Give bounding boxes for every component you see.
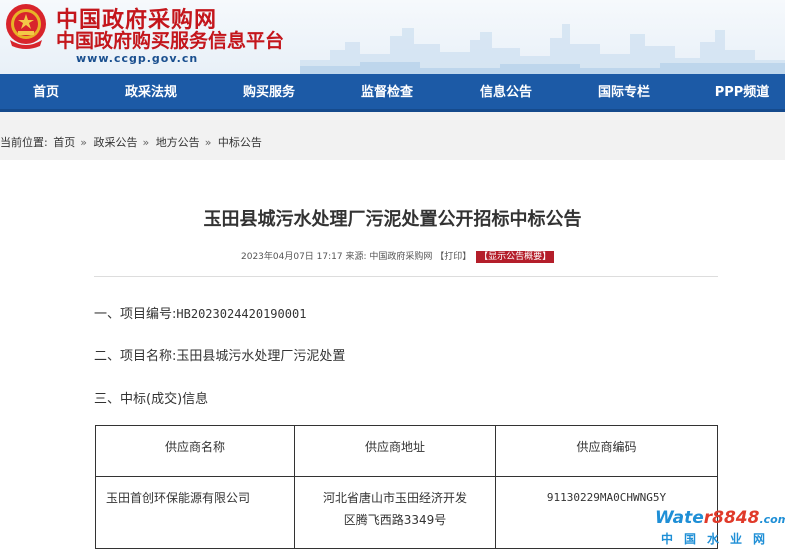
site-header: 中国政府采购网 中国政府购买服务信息平台 www.ccgp.gov.cn [0,0,785,74]
article-meta: 2023年04月07日 17:17 来源: 中国政府采购网 【打印】 【显示公告… [241,249,555,263]
award-table: 供应商名称 供应商地址 供应商编码 玉田首创环保能源有限公司 河北省唐山市玉田经… [95,425,718,549]
divider [94,276,718,277]
site-url: www.ccgp.gov.cn [76,52,199,65]
breadcrumb-local-notices[interactable]: 地方公告 [156,136,200,149]
meta-datetime: 2023年04月07日 17:17 [241,252,343,262]
breadcrumb-sep: » [80,136,87,149]
watermark-logo: Water8848.com 中国水业网 [655,508,785,554]
meta-source: 来源: 中国政府采购网 [345,252,433,262]
nav-supervision[interactable]: 监督检查 [337,74,437,112]
th-supplier-address: 供应商地址 [294,425,496,477]
site-subtitle: 中国政府购买服务信息平台 [56,30,285,52]
th-supplier-code: 供应商编码 [495,425,718,477]
table-header-row: 供应商名称 供应商地址 供应商编码 [95,425,718,477]
print-link[interactable]: 【打印】 [435,252,471,262]
breadcrumb-sep: » [142,136,150,149]
project-number-label: 一、项目编号: [94,307,177,322]
show-summary-button[interactable]: 【显示公告概要】 [476,251,555,263]
project-name-label: 二、项目名称: [94,349,177,364]
td-supplier-name: 玉田首创环保能源有限公司 [95,476,295,549]
nav-announcements[interactable]: 信息公告 [456,74,556,112]
address-line-2: 区腾飞西路3349号 [343,513,447,527]
address-line-1: 河北省唐山市玉田经济开发 [322,491,467,505]
breadcrumb-award-notices[interactable]: 中标公告 [218,136,262,149]
nav-international[interactable]: 国际专栏 [574,74,674,112]
watermark-brand-d: .com [759,513,785,526]
project-number: 一、项目编号:HB2023024420190001 [94,303,306,322]
award-info-heading: 三、中标(成交)信息 [94,392,209,407]
td-supplier-address: 河北省唐山市玉田经济开发 区腾飞西路3349号 [294,476,496,549]
breadcrumb: 当前位置: 首页 » 政采公告 » 地方公告 » 中标公告 [0,134,264,150]
watermark-brand-c: 8848 [712,508,760,528]
th-supplier-name: 供应商名称 [95,425,295,477]
page-title: 玉田县城污水处理厂污泥处置公开招标中标公告 [203,209,582,230]
watermark-brand-b: r [703,508,713,528]
breadcrumb-procurement-notices[interactable]: 政采公告 [93,136,137,149]
table-row: 玉田首创环保能源有限公司 河北省唐山市玉田经济开发 区腾飞西路3349号 911… [95,476,718,549]
project-number-value: HB2023024420190001 [176,307,307,321]
project-name: 二、项目名称:玉田县城污水处理厂污泥处置 [94,345,345,364]
nav-purchase-services[interactable]: 购买服务 [219,74,319,112]
nav-regulations[interactable]: 政采法规 [101,74,201,112]
nav-ppp[interactable]: PPP频道 [692,74,785,112]
breadcrumb-prefix: 当前位置: [0,136,48,149]
project-name-value: 玉田县城污水处理厂污泥处置 [176,349,346,364]
skyline-decoration [300,24,785,74]
main-nav: 首页 政采法规 购买服务 监督检查 信息公告 国际专栏 PPP频道 [0,74,785,112]
nav-home[interactable]: 首页 [0,74,96,112]
watermark-subtitle: 中国水业网 [661,532,777,546]
watermark-brand-a: Wate [655,508,704,528]
breadcrumb-sep: » [204,136,212,149]
breadcrumb-home[interactable]: 首页 [53,136,75,149]
national-emblem-icon [6,4,46,49]
